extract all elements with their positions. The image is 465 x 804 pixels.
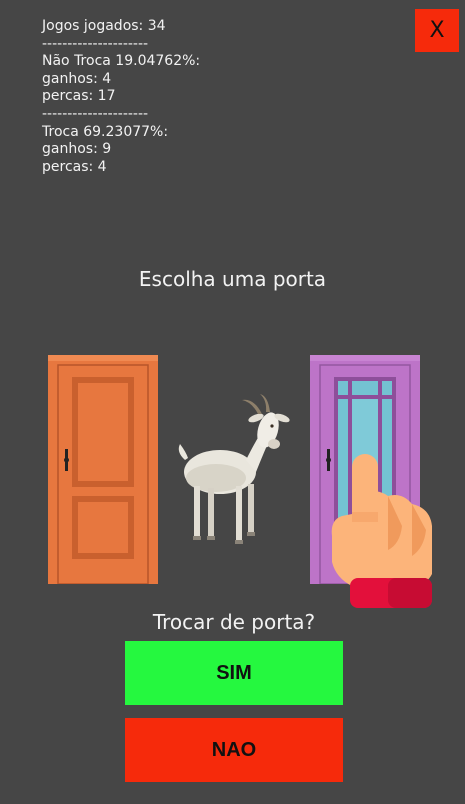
no-swap-header: Não Troca 19.04762%: [42,53,201,70]
close-icon: X [429,18,445,43]
pointing-hand [328,452,434,610]
swap-door-prompt: Trocar de porta? [152,610,316,634]
no-swap-losses: percas: 17 [42,88,116,105]
goat-image [168,390,293,550]
pointing-hand-icon [331,454,432,608]
goat-icon [178,394,290,544]
no-swap-wins: ganhos: 4 [42,70,112,87]
swap-wins: ganhos: 9 [42,141,112,158]
door-left[interactable] [48,355,158,585]
close-button[interactable]: X [415,9,459,52]
no-button[interactable]: NAO [125,718,343,782]
swap-losses: percas: 4 [42,158,107,175]
orange-door-icon [48,355,158,585]
yes-button[interactable]: SIM [125,641,343,705]
stats-separator: --------------------- [42,35,149,52]
stats-panel: Jogos jogados: 34 --------------------- … [42,18,200,176]
stats-separator: --------------------- [42,105,149,122]
games-played-text: Jogos jogados: 34 [42,18,166,34]
swap-header: Troca 69.23077%: [42,123,169,140]
choose-door-prompt: Escolha uma porta [138,267,327,291]
